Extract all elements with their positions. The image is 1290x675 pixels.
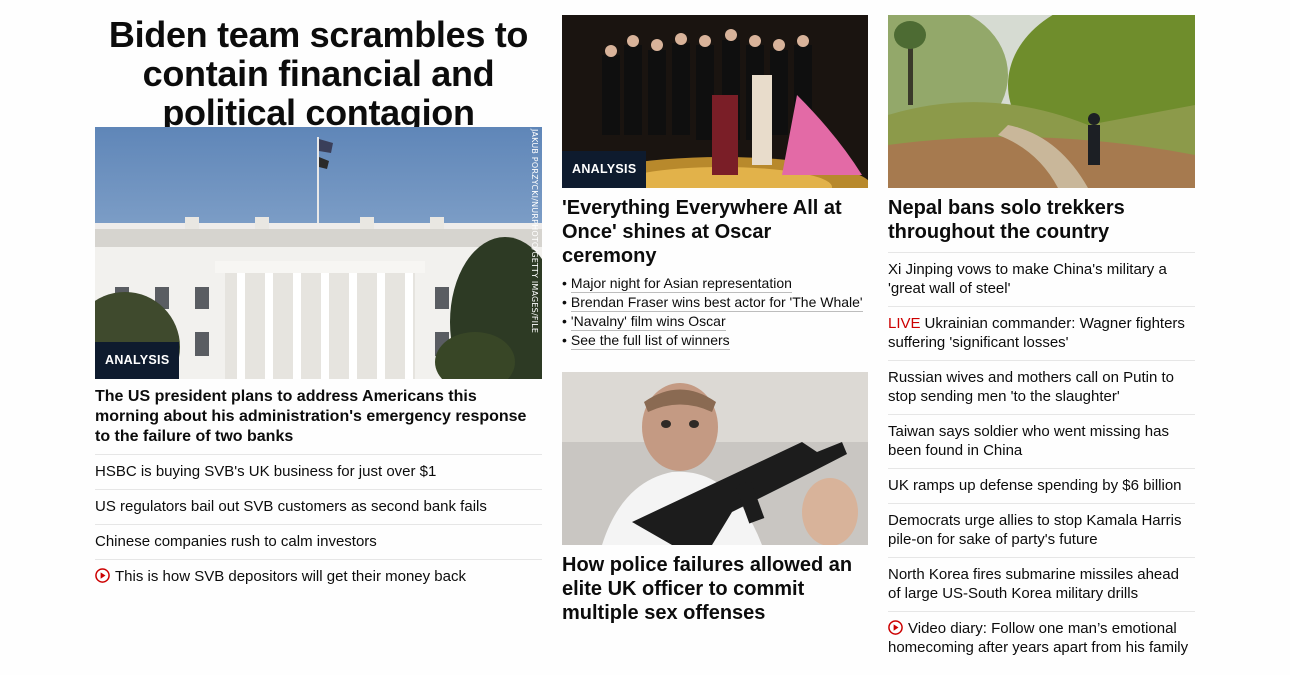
middle-column: ANALYSIS 'Everything Everywhere All at O… xyxy=(562,15,868,625)
list-item[interactable]: • See the full list of winners xyxy=(562,331,868,350)
list-item[interactable]: • Brendan Fraser wins best actor for 'The… xyxy=(562,293,868,312)
analysis-badge: ANALYSIS xyxy=(95,342,180,379)
nepal-photo xyxy=(888,15,1195,188)
related-links: HSBC is buying SVB's UK business for jus… xyxy=(95,454,542,594)
list-item[interactable]: North Korea fires submarine missiles ahe… xyxy=(888,557,1195,611)
nepal-headline[interactable]: Nepal bans solo trekkers throughout the … xyxy=(888,196,1195,244)
police-officer-image[interactable] xyxy=(562,372,868,545)
photo-credit: JAKUB PORZYCKI/NURPHOTO/GETTY IMAGES/FIL… xyxy=(530,129,539,334)
oscar-headline[interactable]: 'Everything Everywhere All at Once' shin… xyxy=(562,196,868,268)
live-label: LIVE xyxy=(888,315,921,332)
list-item[interactable]: Xi Jinping vows to make China's military… xyxy=(888,252,1195,306)
oscar-image[interactable]: ANALYSIS xyxy=(562,15,868,188)
list-item[interactable]: • 'Navalny' film wins Oscar xyxy=(562,312,868,331)
police-headline[interactable]: How police failures allowed an elite UK … xyxy=(562,553,868,625)
oscar-bullets: • Major night for Asian representation • B… xyxy=(562,274,868,350)
police-photo xyxy=(562,372,868,545)
list-item[interactable]: LIVE Ukrainian commander: Wagner fighters… xyxy=(888,306,1195,360)
right-column: Nepal bans solo trekkers throughout the … xyxy=(888,15,1195,665)
list-item[interactable]: Taiwan says soldier who went missing has… xyxy=(888,414,1195,468)
play-circle-icon xyxy=(888,620,903,635)
nepal-image[interactable] xyxy=(888,15,1195,188)
lead-subheadline[interactable]: The US president plans to address Americ… xyxy=(95,387,542,447)
list-item[interactable]: US regulators bail out SVB customers as … xyxy=(95,489,542,524)
list-item[interactable]: Democrats urge allies to stop Kamala Har… xyxy=(888,503,1195,557)
list-item[interactable]: HSBC is buying SVB's UK business for jus… xyxy=(95,454,542,489)
lead-headline[interactable]: Biden team scrambles to contain financia… xyxy=(95,15,542,132)
lead-story: Biden team scrambles to contain financia… xyxy=(95,15,542,594)
analysis-badge: ANALYSIS xyxy=(562,151,647,188)
list-item[interactable]: Video diary: Follow one man’s emotional … xyxy=(888,611,1195,665)
list-item[interactable]: This is how SVB depositors will get thei… xyxy=(95,559,542,594)
white-house-image[interactable]: JAKUB PORZYCKI/NURPHOTO/GETTY IMAGES/FIL… xyxy=(95,127,542,379)
headlines-list: Xi Jinping vows to make China's military… xyxy=(888,252,1195,665)
list-item[interactable]: Russian wives and mothers call on Putin … xyxy=(888,360,1195,414)
list-item[interactable]: Chinese companies rush to calm investors xyxy=(95,524,542,559)
play-circle-icon xyxy=(95,568,110,583)
list-item[interactable]: UK ramps up defense spending by $6 billi… xyxy=(888,468,1195,503)
list-item[interactable]: • Major night for Asian representation xyxy=(562,274,868,293)
